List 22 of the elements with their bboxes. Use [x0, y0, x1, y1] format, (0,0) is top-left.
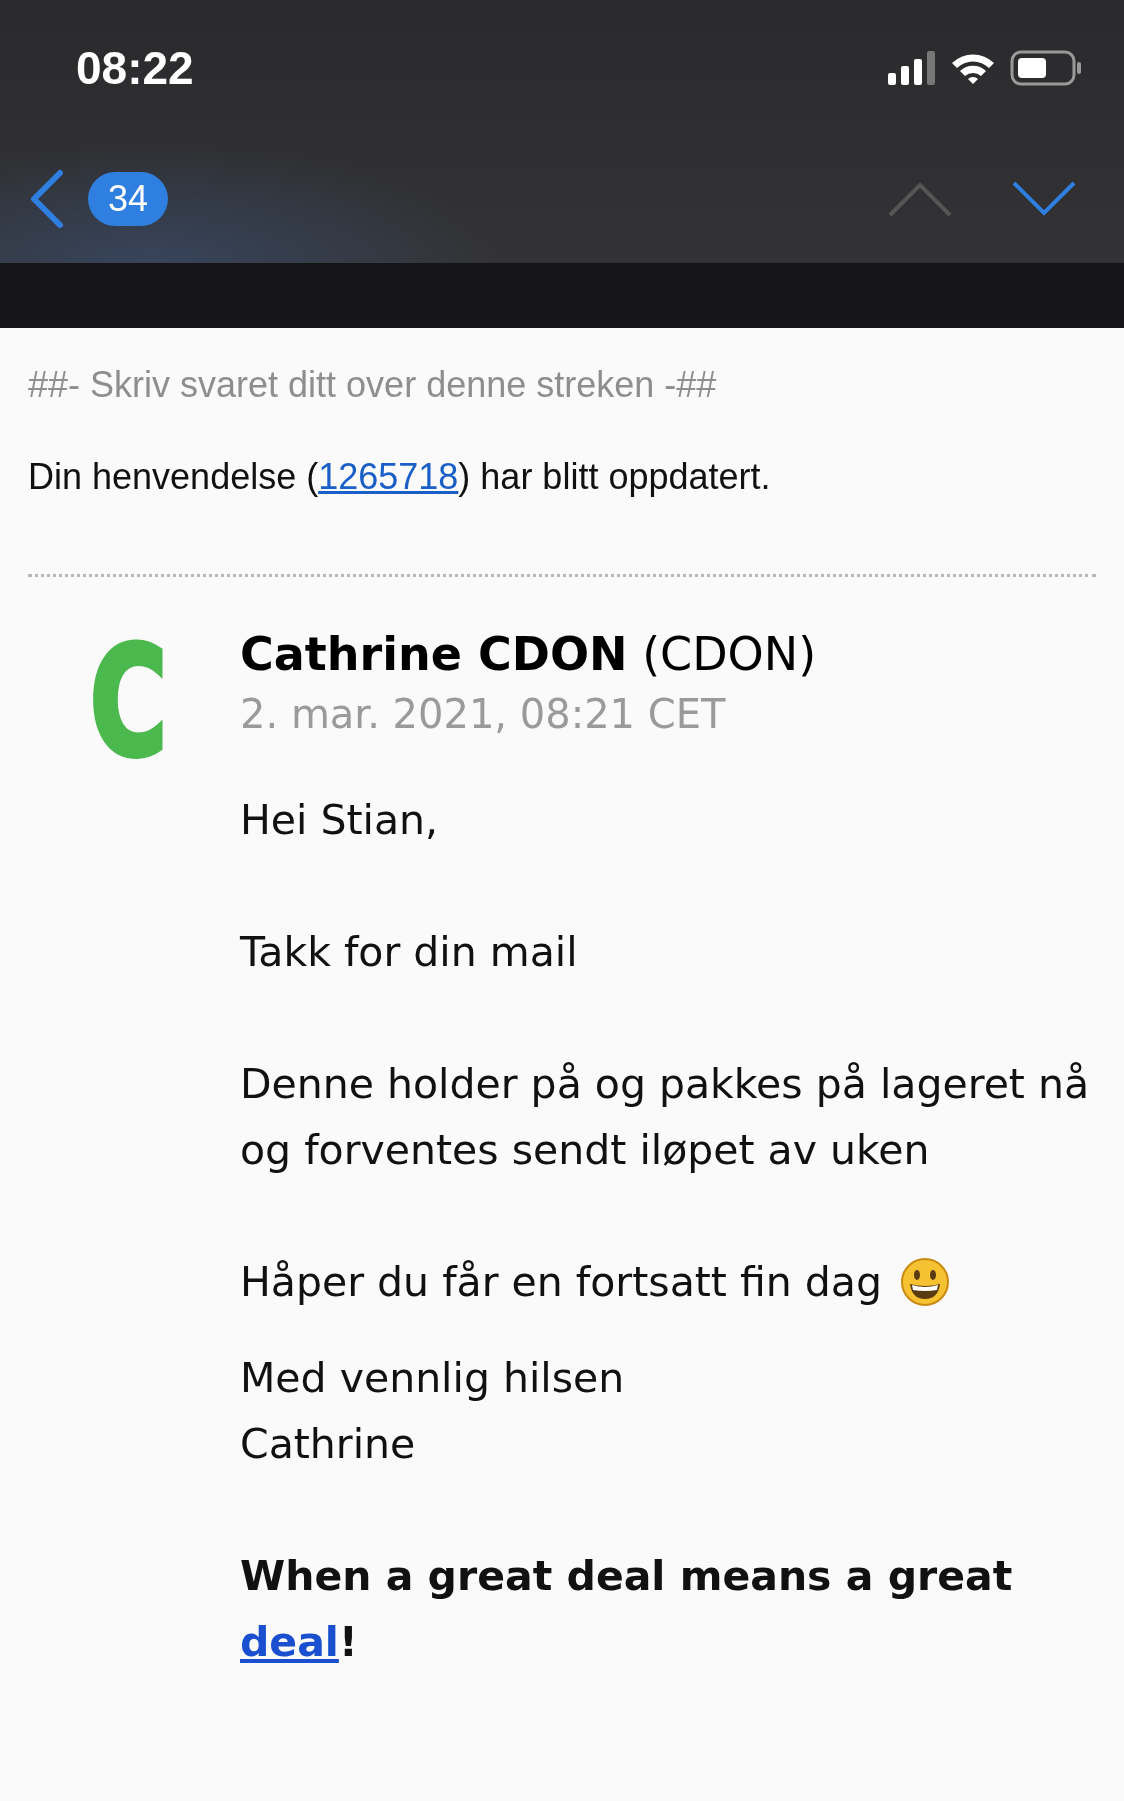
status-time: 08:22	[76, 40, 194, 95]
ticket-link[interactable]: 1265718	[318, 456, 459, 497]
battery-icon	[1010, 49, 1082, 86]
message-paragraph: Håper du får en fortsatt fin dag	[240, 1257, 882, 1308]
update-notice: Din henvendelse (1265718) har blitt oppdatert.	[28, 456, 772, 498]
message-paragraph: Takk for din mail	[240, 927, 579, 978]
sender-avatar: C	[90, 627, 168, 777]
message-date: 2. mar. 2021, 08:21 CET	[240, 691, 727, 737]
reply-marker-text: ##- Skriv svaret ditt over denne streken -##	[28, 364, 718, 406]
slogan-text: When a great deal means a great deal!	[240, 1551, 1014, 1668]
sender-name: Cathrine CDON (CDON)	[240, 627, 818, 681]
deal-link[interactable]: deal	[240, 1618, 339, 1666]
grinning-emoji-icon	[899, 1257, 950, 1307]
message-paragraph: Hei Stian,	[240, 795, 440, 846]
unread-count-badge[interactable]: 34	[88, 172, 169, 226]
previous-message-button[interactable]	[888, 181, 952, 217]
signature-line: Med vennlig hilsen	[240, 1353, 626, 1404]
signal-icon	[888, 50, 936, 85]
back-button[interactable]	[28, 169, 64, 229]
message-paragraph: Denne holder på og pakkes på lageret nå og forventes sendt iløpet av uken	[240, 1059, 1091, 1176]
signature-line: Cathrine	[240, 1419, 417, 1470]
next-message-button[interactable]	[1012, 181, 1076, 217]
